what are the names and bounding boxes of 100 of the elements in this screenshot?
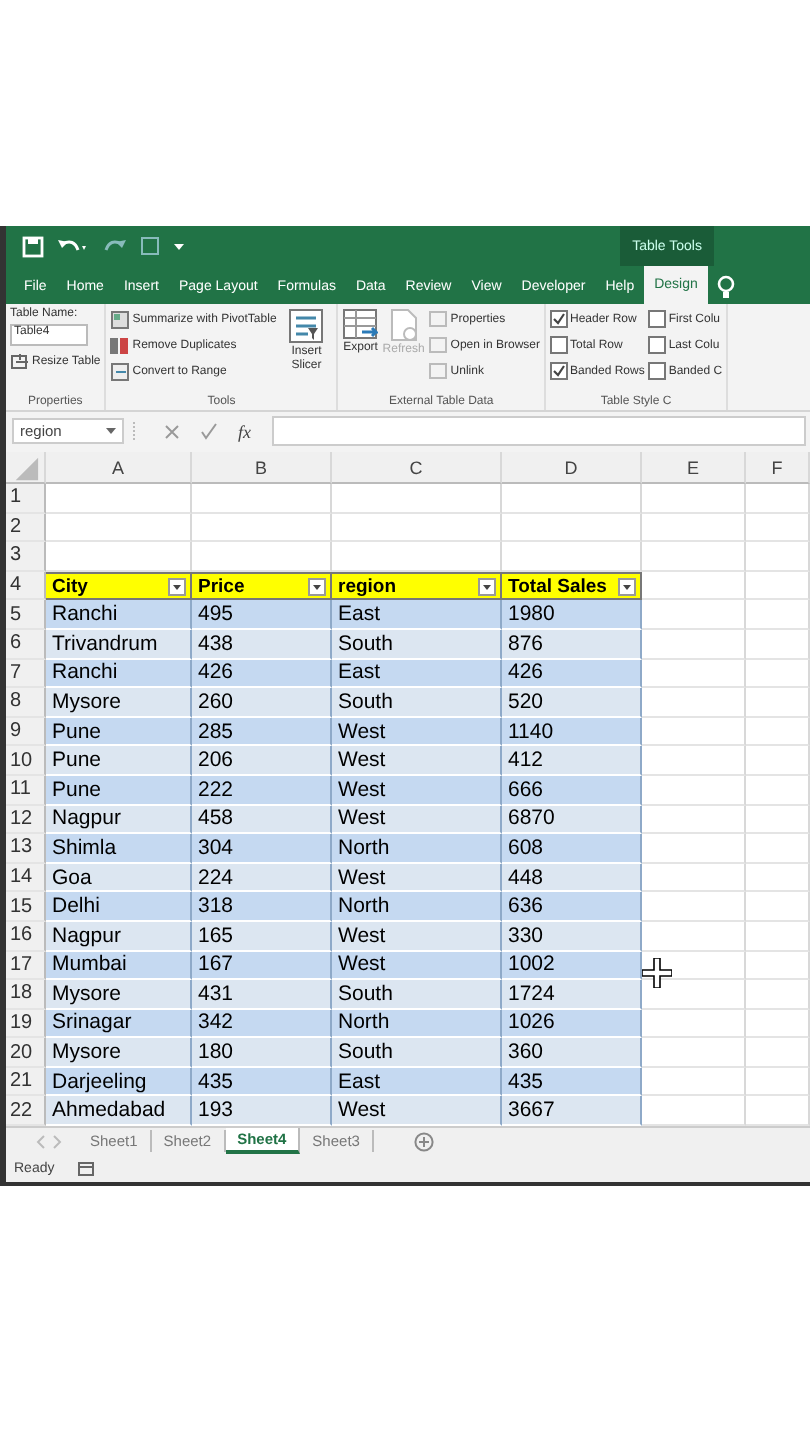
undo-icon[interactable] (56, 236, 88, 256)
column-header[interactable]: E (642, 452, 746, 484)
row-header[interactable]: 2 (6, 513, 46, 543)
enter-check-icon[interactable] (200, 422, 218, 440)
row-header[interactable]: 14 (6, 863, 46, 893)
table-cell: 426 (192, 659, 332, 689)
filter-dropdown-icon[interactable] (478, 577, 496, 596)
table-header-cell: City (46, 571, 192, 601)
table-cell: Trivandrum (46, 629, 192, 660)
document-icon (428, 310, 449, 328)
row-header[interactable]: 1 (6, 484, 46, 514)
form-icon[interactable] (140, 236, 160, 256)
customize-icon[interactable] (172, 238, 186, 254)
table-cell: 438 (192, 629, 332, 660)
formula-input[interactable] (271, 416, 806, 446)
row-header[interactable]: 21 (6, 1067, 46, 1097)
column-header[interactable]: B (192, 452, 332, 484)
table-cell: Mumbai (46, 951, 192, 981)
lightbulb-icon[interactable] (715, 274, 736, 298)
row-header[interactable]: 8 (6, 688, 46, 718)
table-cell: 495 (192, 600, 332, 630)
row-header[interactable]: 13 (6, 834, 46, 864)
checkbox[interactable] (549, 362, 568, 380)
table-cell: 1724 (502, 980, 642, 1010)
table-cell: 304 (192, 834, 332, 864)
row-header[interactable]: 4 (6, 571, 46, 601)
row-header[interactable]: 6 (6, 629, 46, 660)
table-cell: West (332, 746, 502, 776)
table-cell: West (332, 717, 502, 747)
table-cell: 1002 (502, 951, 642, 981)
column-header[interactable]: F (746, 452, 810, 484)
document-icon (428, 336, 449, 354)
table-cell: 180 (192, 1038, 332, 1068)
empty-cell (642, 542, 746, 572)
row-header[interactable]: 17 (6, 951, 46, 981)
checkbox[interactable] (549, 310, 568, 328)
row-header[interactable]: 20 (6, 1038, 46, 1068)
table-cell: 342 (192, 1009, 332, 1039)
empty-cell (746, 746, 810, 776)
table-cell: West (332, 951, 502, 981)
column-header[interactable]: A (46, 452, 192, 484)
table-cell: Shimla (46, 834, 192, 864)
table-header-cell: region (332, 571, 502, 601)
row-header[interactable]: 10 (6, 746, 46, 776)
empty-cell (746, 600, 810, 630)
empty-cell (746, 571, 810, 601)
filter-dropdown-icon[interactable] (168, 577, 186, 596)
table-cell: West (332, 863, 502, 893)
macro-record-icon[interactable] (78, 1160, 95, 1177)
row-header[interactable]: 15 (6, 892, 46, 922)
table-cell: 666 (502, 775, 642, 806)
table-cell: Mysore (46, 1038, 192, 1068)
table-cell: West (332, 1096, 502, 1127)
checkbox[interactable] (648, 310, 667, 328)
table-cell: West (332, 921, 502, 951)
resize-icon (10, 352, 30, 370)
checkbox[interactable] (648, 362, 667, 380)
table-header-cell: Total Sales (502, 571, 642, 601)
empty-cell (746, 863, 810, 893)
table-cell: 426 (502, 659, 642, 689)
table-cell: 6870 (502, 805, 642, 835)
table-cell: 1980 (502, 600, 642, 630)
row-header[interactable]: 9 (6, 717, 46, 747)
checkbox[interactable] (648, 336, 667, 354)
cancel-icon[interactable] (164, 423, 180, 439)
empty-cell (746, 980, 810, 1010)
table-cell: Pune (46, 775, 192, 806)
document-icon (428, 362, 449, 380)
table-cell: 193 (192, 1096, 332, 1127)
insert-function-button[interactable]: fx (238, 421, 251, 441)
row-header[interactable]: 19 (6, 1009, 46, 1039)
column-header[interactable]: C (332, 452, 502, 484)
table-cell: 435 (192, 1067, 332, 1097)
save-icon[interactable] (22, 235, 44, 257)
redo-icon[interactable] (100, 236, 128, 256)
empty-cell (746, 484, 810, 514)
table-cell: 876 (502, 629, 642, 660)
row-header[interactable]: 12 (6, 805, 46, 835)
table-header-cell: Price (192, 571, 332, 601)
row-header[interactable]: 18 (6, 980, 46, 1010)
column-header[interactable]: D (502, 452, 642, 484)
row-header[interactable]: 3 (6, 542, 46, 572)
empty-cell (746, 892, 810, 922)
empty-cell (746, 513, 810, 543)
empty-cell (502, 484, 642, 514)
row-header[interactable]: 5 (6, 600, 46, 630)
table-cell: 431 (192, 980, 332, 1010)
empty-cell (746, 688, 810, 718)
table-cell: Ahmedabad (46, 1096, 192, 1127)
row-header[interactable]: 16 (6, 921, 46, 951)
row-header[interactable]: 11 (6, 775, 46, 806)
table-cell: Mysore (46, 688, 192, 718)
filter-dropdown-icon[interactable] (308, 577, 326, 596)
filter-dropdown-icon[interactable] (618, 577, 636, 596)
row-header[interactable]: 22 (6, 1096, 46, 1127)
cursor-icon (642, 958, 672, 988)
row-header[interactable]: 7 (6, 659, 46, 689)
checkbox[interactable] (549, 336, 568, 354)
empty-cell (192, 513, 332, 543)
add-sheet-icon[interactable] (413, 1131, 434, 1152)
